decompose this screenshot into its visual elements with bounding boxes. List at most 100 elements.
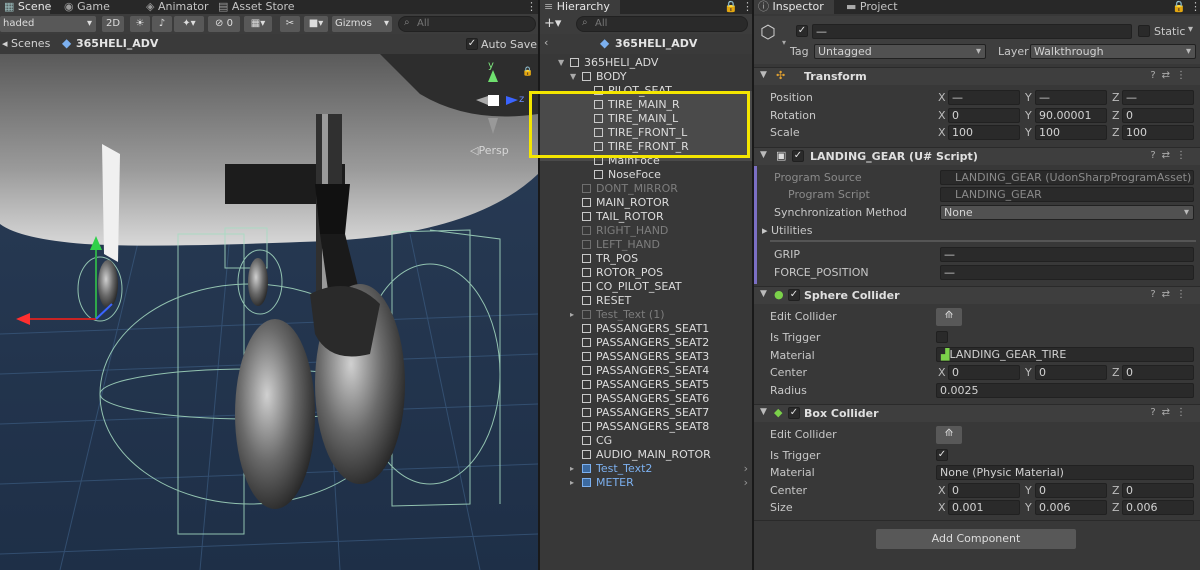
hierarchy-item[interactable]: DONT_MIRROR <box>540 182 752 196</box>
hierarchy-item[interactable]: ▸ Test_Text (1) <box>540 308 752 322</box>
sphere-enabled-checkbox[interactable]: ✓ <box>788 289 800 301</box>
gameobject-dropdown-icon[interactable]: ▾ <box>782 38 786 47</box>
active-checkbox[interactable]: ✓ <box>796 25 808 37</box>
hierarchy-item[interactable]: TAIL_ROTOR <box>540 210 752 224</box>
scale-y-field[interactable]: 100 <box>1035 125 1107 140</box>
grid-toggle-icon[interactable]: ▦▾ <box>244 16 272 32</box>
force-position-field[interactable]: — <box>940 265 1194 280</box>
script-header[interactable]: ▼ ▣ ✓ LANDING_GEAR (U# Script) ?⇄⋮ <box>754 147 1200 165</box>
box-trigger-checkbox[interactable]: ✓ <box>936 449 948 461</box>
hierarchy-item[interactable]: LEFT_HAND <box>540 238 752 252</box>
static-checkbox[interactable] <box>1138 25 1150 37</box>
lighting-toggle-icon[interactable]: ☀ <box>130 16 150 32</box>
position-y-field[interactable]: — <box>1035 90 1107 105</box>
object-name-field[interactable]: — <box>812 24 1132 39</box>
box-center-x-field[interactable]: 0 <box>948 483 1020 498</box>
rotation-x-field[interactable]: 0 <box>948 108 1020 123</box>
hierarchy-item[interactable]: ▼ 365HELI_ADV <box>540 56 752 70</box>
sphere-edit-collider-button[interactable]: ⟰ <box>936 308 962 326</box>
audio-toggle-icon[interactable]: ♪ <box>152 16 172 32</box>
inspector-menu-icon[interactable]: ⋮ <box>1186 0 1200 14</box>
layer-dropdown[interactable]: Walkthrough <box>1030 44 1196 59</box>
transform-foldout-icon[interactable]: ▼ <box>760 70 767 80</box>
auto-save-checkbox[interactable]: ✓ <box>466 38 478 50</box>
tab-project[interactable]: ▬ Project <box>842 0 902 14</box>
scene-search-input[interactable]: All <box>398 16 536 32</box>
script-enabled-checkbox[interactable]: ✓ <box>792 150 804 162</box>
hierarchy-add-button[interactable]: +▾ <box>544 16 561 31</box>
hierarchy-item[interactable]: PASSANGERS_SEAT4 <box>540 364 752 378</box>
box-size-y-field[interactable]: 0.006 <box>1035 500 1107 515</box>
box-foldout-icon[interactable]: ▼ <box>760 407 767 417</box>
position-z-field[interactable]: — <box>1122 90 1194 105</box>
hierarchy-item[interactable]: PASSANGERS_SEAT5 <box>540 378 752 392</box>
hierarchy-item[interactable]: ▸ Test_Text2 › <box>540 462 752 476</box>
static-dropdown-icon[interactable]: ▾ <box>1188 24 1193 35</box>
hierarchy-item[interactable]: PASSANGERS_SEAT3 <box>540 350 752 364</box>
hierarchy-back-icon[interactable]: ‹ <box>544 36 548 49</box>
expand-arrow-icon[interactable]: ▼ <box>570 70 576 84</box>
more-menu-icon[interactable]: ⋮ <box>522 0 541 14</box>
box-edit-collider-button[interactable]: ⟰ <box>936 426 962 444</box>
persp-label[interactable]: ◁Persp <box>470 144 509 157</box>
hierarchy-item[interactable]: AUDIO_MAIN_ROTOR <box>540 448 752 462</box>
component-header-icons[interactable]: ?⇄⋮ <box>1150 407 1192 418</box>
sphere-foldout-icon[interactable]: ▼ <box>760 289 767 299</box>
scene-view[interactable]: ◂ Scenes ◆ 365HELI_ADV ✓ Auto Save y z 🔒… <box>0 34 538 570</box>
box-collider-header[interactable]: ▼ ◆ ✓ Box Collider ?⇄⋮ <box>754 404 1200 422</box>
scale-z-field[interactable]: 100 <box>1122 125 1194 140</box>
expand-arrow-icon[interactable]: ▸ <box>570 476 574 490</box>
open-prefab-arrow-icon[interactable]: › <box>744 476 748 490</box>
hierarchy-item[interactable]: PASSANGERS_SEAT8 <box>540 420 752 434</box>
hierarchy-item[interactable]: PASSANGERS_SEAT2 <box>540 336 752 350</box>
tab-asset-store[interactable]: ▤ Asset Store <box>214 0 299 14</box>
component-header-icons[interactable]: ?⇄⋮ <box>1150 289 1192 300</box>
box-material-field[interactable]: None (Physic Material) <box>936 465 1194 480</box>
add-component-button[interactable]: Add Component <box>876 529 1076 549</box>
sphere-trigger-checkbox[interactable] <box>936 331 948 343</box>
breadcrumb-current[interactable]: 365HELI_ADV <box>76 37 158 50</box>
sphere-center-z-field[interactable]: 0 <box>1122 365 1194 380</box>
tab-game[interactable]: ◉ Game <box>60 0 114 14</box>
component-header-icons[interactable]: ?⇄⋮ <box>1150 70 1192 81</box>
hierarchy-item[interactable]: ROTOR_POS <box>540 266 752 280</box>
scale-x-field[interactable]: 100 <box>948 125 1020 140</box>
shading-mode-dropdown[interactable]: haded ▾ <box>0 16 96 32</box>
hierarchy-item[interactable]: RIGHT_HAND <box>540 224 752 238</box>
component-header-icons[interactable]: ?⇄⋮ <box>1150 150 1192 161</box>
hierarchy-item[interactable]: NoseFoce <box>540 168 752 182</box>
lock-icon[interactable]: 🔒 <box>522 67 533 77</box>
open-prefab-arrow-icon[interactable]: › <box>744 462 748 476</box>
hidden-objects-toggle[interactable]: ⊘ 0 <box>208 16 240 32</box>
effects-toggle-icon[interactable]: ✦▾ <box>174 16 204 32</box>
tag-dropdown[interactable]: Untagged <box>814 44 986 59</box>
box-size-z-field[interactable]: 0.006 <box>1122 500 1194 515</box>
expand-arrow-icon[interactable]: ▼ <box>558 56 564 70</box>
breadcrumb-root[interactable]: ◂ Scenes <box>2 37 50 50</box>
hierarchy-item[interactable]: MAIN_ROTOR <box>540 196 752 210</box>
tools-icon[interactable]: ✂ <box>280 16 300 32</box>
tab-scene[interactable]: ▦ Scene <box>0 0 51 14</box>
box-center-z-field[interactable]: 0 <box>1122 483 1194 498</box>
hierarchy-item[interactable]: PASSANGERS_SEAT6 <box>540 392 752 406</box>
tab-animator[interactable]: ◈ Animator <box>142 0 213 14</box>
box-center-y-field[interactable]: 0 <box>1035 483 1107 498</box>
rotation-y-field[interactable]: 90.00001 <box>1035 108 1107 123</box>
sphere-radius-field[interactable]: 0.0025 <box>936 383 1194 398</box>
hierarchy-item[interactable]: ▼ BODY <box>540 70 752 84</box>
hierarchy-item[interactable]: PASSANGERS_SEAT1 <box>540 322 752 336</box>
tab-hierarchy[interactable]: ≡ Hierarchy <box>540 0 620 14</box>
hierarchy-item[interactable]: TR_POS <box>540 252 752 266</box>
mode-2d-button[interactable]: 2D <box>102 16 124 32</box>
hierarchy-search-input[interactable]: All <box>576 16 748 32</box>
grip-field[interactable]: — <box>940 247 1194 262</box>
tab-inspector[interactable]: ⓘ Inspector <box>754 0 834 14</box>
hierarchy-item[interactable]: CG <box>540 434 752 448</box>
orientation-gizmo[interactable]: y z 🔒 ◁Persp <box>462 60 533 162</box>
rotation-z-field[interactable]: 0 <box>1122 108 1194 123</box>
box-size-x-field[interactable]: 0.001 <box>948 500 1020 515</box>
script-foldout-icon[interactable]: ▼ <box>760 150 767 160</box>
program-script-field[interactable]: LANDING_GEAR <box>940 187 1194 202</box>
program-source-field[interactable]: LANDING_GEAR (UdonSharpProgramAsset) <box>940 170 1194 185</box>
camera-icon[interactable]: ■▾ <box>304 16 328 32</box>
